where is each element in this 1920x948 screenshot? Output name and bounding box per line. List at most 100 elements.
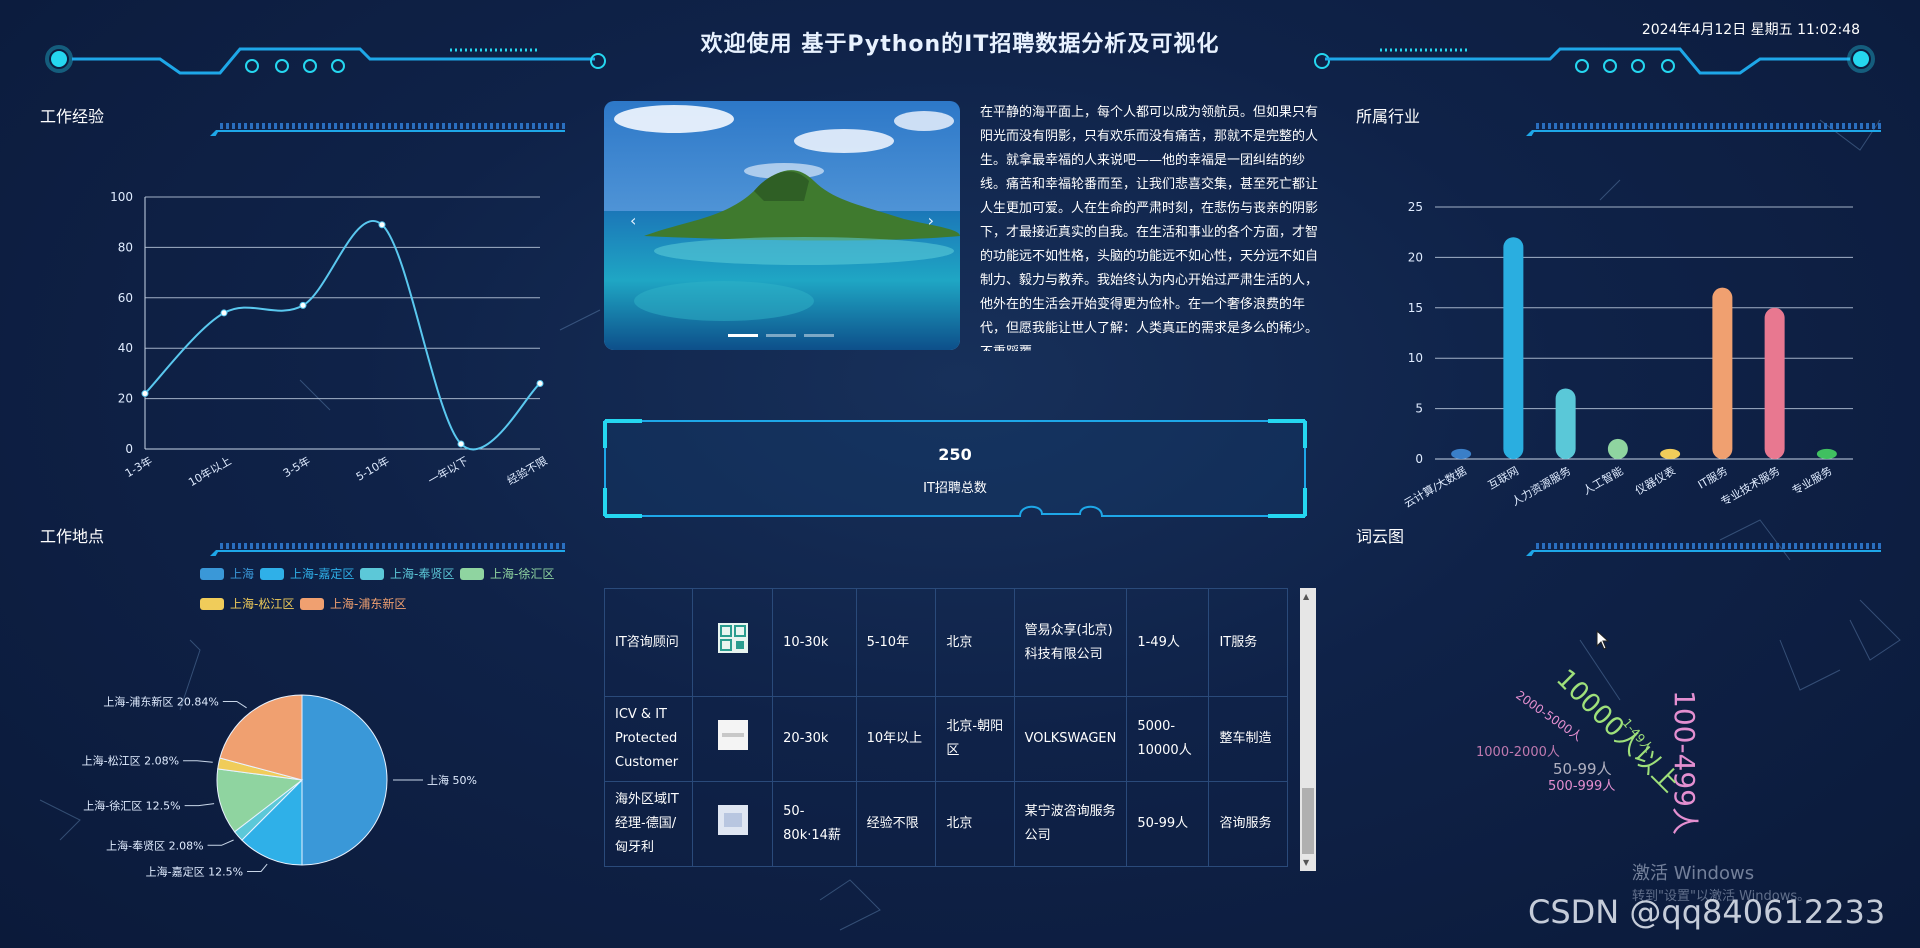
bar [1555, 388, 1576, 459]
data-point [457, 440, 465, 448]
carousel-indicator[interactable] [804, 334, 834, 337]
industry-cell: 咨询服务 [1208, 781, 1288, 867]
salary-cell: 20-30k [772, 696, 857, 782]
pie-label-line [247, 863, 268, 872]
pie-label-line [183, 760, 213, 763]
data-point [299, 301, 307, 309]
scrollbar-thumb[interactable] [1302, 788, 1314, 854]
x-tick-label: 专业技术服务 [1718, 463, 1782, 508]
scroll-down-icon[interactable]: ▼ [1303, 858, 1309, 867]
legend-item[interactable]: 上海-松江区 [200, 595, 294, 612]
legend-item[interactable]: 上海-奉贤区 [360, 565, 454, 582]
y-tick-label: 10 [1408, 351, 1423, 365]
legend-label: 上海-松江区 [230, 597, 295, 611]
job-title-cell: 海外区域IT经理-德国/匈牙利 [604, 781, 694, 867]
pie-slice [301, 694, 388, 866]
pie-label: 上海-奉贤区 2.08% [106, 838, 203, 852]
industry-cell: IT服务 [1208, 588, 1288, 697]
windows-activation-title: 激活 Windows [1632, 863, 1755, 884]
legend-swatch [200, 597, 224, 610]
total-count-frame [603, 419, 1307, 518]
word-cloud-word: 1000-2000人 [1476, 745, 1560, 760]
x-tick-label: 互联网 [1486, 464, 1521, 492]
y-tick-label: 25 [1408, 200, 1423, 214]
carousel-indicator[interactable] [728, 334, 758, 337]
company-size-cell: 1-49人 [1126, 588, 1210, 697]
legend-label: 上海 [230, 567, 255, 581]
bar [1503, 237, 1524, 459]
x-tick-label: 云计算/大数据 [1401, 463, 1468, 510]
carousel-next-button[interactable]: › [928, 211, 934, 230]
carousel-indicator[interactable] [766, 334, 796, 337]
legend-swatch [260, 567, 284, 580]
total-count-label: IT招聘总数 [923, 481, 987, 496]
brand-logo-icon [717, 719, 748, 750]
carousel-prev-button[interactable]: ‹ [630, 211, 636, 230]
y-tick-label: 15 [1408, 301, 1423, 315]
pie-label: 上海-浦东新区 20.84% [103, 694, 218, 708]
company-size-cell: 50-99人 [1126, 781, 1210, 867]
salary-cell: 10-30k [772, 588, 857, 697]
legend-item[interactable]: 上海-浦东新区 [300, 595, 406, 612]
word-cloud-word: 50-99人 [1553, 760, 1612, 778]
data-point [378, 221, 386, 229]
bar [1607, 438, 1628, 459]
location-pie-legend: 上海 上海-嘉定区 上海-奉贤区 上海-徐汇区上海-松江区 上海-浦东新区 [200, 565, 570, 625]
page-title: 欢迎使用 基于Python的IT招聘数据分析及可视化 [700, 32, 1220, 57]
legend-item[interactable]: 上海-徐汇区 [460, 565, 554, 582]
section-underline [40, 543, 565, 556]
island-image [604, 101, 960, 350]
legend-item[interactable]: 上海 [200, 565, 254, 582]
pie-label-line [184, 803, 215, 807]
x-tick-label: IT服务 [1696, 464, 1730, 491]
x-tick-label: 1-3年 [122, 453, 154, 480]
y-tick-label: 0 [1415, 452, 1423, 466]
industry-bar-chart: 0510152025云计算/大数据 互联网人力资源服务 人工智能 仪器仪表 IT服务专业… [1401, 200, 1853, 510]
section-underline [40, 123, 565, 136]
company-cell: 某宁波咨询服务公司 [1013, 781, 1128, 867]
y-tick-label: 40 [118, 341, 133, 355]
pie-label-line [222, 700, 247, 709]
company-cell: 管易众享(北京)科技有限公司 [1013, 588, 1128, 697]
pie-label: 上海-徐汇区 12.5% [83, 799, 180, 813]
company-logo-cell [692, 781, 774, 867]
y-tick-label: 20 [1408, 250, 1423, 264]
table-scrollbar[interactable]: ▲ ▼ [1300, 588, 1316, 871]
word-cloud: 100-499人 10000人以上 2000-5000人 1-49人 1000-… [1476, 664, 1701, 835]
legend-item[interactable]: 上海-嘉定区 [260, 565, 354, 582]
company-cell: VOLKSWAGEN [1013, 696, 1128, 782]
y-tick-label: 5 [1415, 402, 1423, 416]
job-table-container[interactable]: IT咨询顾问 10-30k 5-10年 北京 管易众享(北京)科技有限公司 1-… [604, 588, 1316, 871]
scroll-up-icon[interactable]: ▲ [1303, 592, 1309, 601]
image-carousel[interactable]: ‹ › [604, 101, 960, 350]
data-point [141, 390, 149, 398]
experience-line-chart: 0 20 40 60 80 100 1-3年 10年以上 3-5年 5-10年 一年以下 经验不限 [110, 190, 549, 489]
job-title-cell: IT咨询顾问 [604, 588, 694, 697]
x-tick-label: 经验不限 [504, 453, 549, 487]
table-row[interactable]: ICV & IT Protected Customer 20-30k 10年以上… [604, 696, 1288, 782]
x-tick-label: 5-10年 [353, 453, 391, 483]
x-tick-label: 仪器仪表 [1633, 463, 1678, 497]
word-cloud-word: 100-499人 [1668, 690, 1701, 835]
csdn-watermark: CSDN @qq840612233 [1528, 893, 1886, 931]
series-line [144, 220, 541, 451]
legend-swatch [360, 567, 384, 580]
pie-label: 上海 50% [427, 773, 477, 787]
y-tick-label: 0 [125, 442, 133, 456]
bar [1764, 307, 1785, 459]
legend-swatch [300, 597, 324, 610]
placeholder-logo-icon [717, 804, 748, 835]
legend-swatch [460, 567, 484, 580]
job-title-cell: ICV & IT Protected Customer [604, 696, 694, 782]
table-row[interactable]: IT咨询顾问 10-30k 5-10年 北京 管易众享(北京)科技有限公司 1-… [604, 588, 1288, 697]
pie-label: 上海-松江区 2.08% [82, 754, 179, 768]
y-tick-label: 60 [118, 291, 133, 305]
legend-label: 上海-浦东新区 [330, 597, 407, 611]
table-row[interactable]: 海外区域IT经理-德国/匈牙利 50-80k·14薪 经验不限 北京 某宁波咨询… [604, 781, 1288, 867]
word-cloud-word: 500-999人 [1548, 779, 1615, 794]
bar [1660, 448, 1681, 459]
qr-logo-icon [717, 623, 748, 653]
legend-label: 上海-嘉定区 [290, 567, 355, 581]
data-point [220, 309, 228, 317]
experience-cell: 经验不限 [855, 781, 937, 867]
